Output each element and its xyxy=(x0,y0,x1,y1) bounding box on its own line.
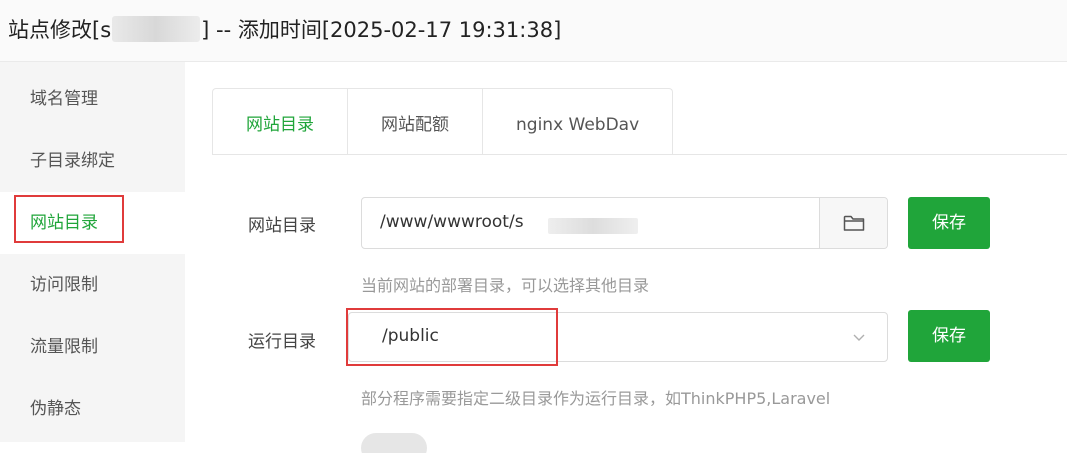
run-dir-label: 运行目录 xyxy=(248,332,316,352)
tab-divider xyxy=(212,154,1067,155)
site-dir-input[interactable]: /www/wwwroot/s xyxy=(361,197,888,249)
folder-icon xyxy=(843,215,864,231)
chevron-down-icon xyxy=(853,334,865,341)
run-dir-select[interactable]: /public xyxy=(348,312,888,362)
sidebar-item-access-limit[interactable]: 访问限制 xyxy=(0,254,185,316)
site-dir-value: /www/wwwroot/s xyxy=(380,212,524,232)
browse-folder-button[interactable] xyxy=(819,198,887,248)
sidebar-item-rewrite[interactable]: 伪静态 xyxy=(0,378,185,440)
save-site-dir-button[interactable]: 保存 xyxy=(908,197,990,249)
sidebar-item-traffic-limit[interactable]: 流量限制 xyxy=(0,316,185,378)
run-dir-hint: 部分程序需要指定二级目录作为运行目录，如ThinkPHP5,Laravel xyxy=(361,389,831,408)
sidebar: 域名管理 子目录绑定 网站目录 访问限制 流量限制 伪静态 xyxy=(0,62,185,442)
tab-nginx-webdav[interactable]: nginx WebDav xyxy=(483,89,672,155)
redacted-site-name xyxy=(112,16,201,42)
run-dir-value: /public xyxy=(382,326,439,346)
tab-site-directory[interactable]: 网站目录 xyxy=(213,89,348,155)
dialog-title: 站点修改[s ] -- 添加时间[2025-02-17 19:31:38] xyxy=(8,14,561,44)
highlight-box-sidebar xyxy=(14,195,124,243)
save-run-dir-button[interactable]: 保存 xyxy=(908,310,990,362)
sidebar-item-domain[interactable]: 域名管理 xyxy=(0,68,185,130)
title-prefix: 站点修改[s xyxy=(8,18,112,42)
title-suffix: ] -- 添加时间[2025-02-17 19:31:38] xyxy=(201,18,562,42)
tab-bar: 网站目录 网站配额 nginx WebDav xyxy=(212,88,674,155)
redacted-path xyxy=(548,218,638,234)
sidebar-item-subdir-binding[interactable]: 子目录绑定 xyxy=(0,130,185,192)
dialog-titlebar: 站点修改[s ] -- 添加时间[2025-02-17 19:31:38] xyxy=(0,0,1067,62)
site-dir-label: 网站目录 xyxy=(248,216,316,236)
site-dir-hint: 当前网站的部署目录，可以选择其他目录 xyxy=(361,276,650,295)
toggle-switch[interactable] xyxy=(361,433,427,453)
tab-site-quota[interactable]: 网站配额 xyxy=(348,89,483,155)
